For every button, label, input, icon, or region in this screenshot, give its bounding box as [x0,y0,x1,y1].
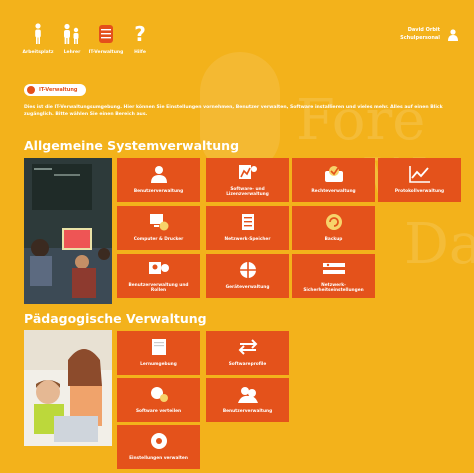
nav-item-lehrer[interactable]: Lehrer [58,22,86,55]
tile-label: Netzwerk-Sicherheitseinstellungen [303,282,364,294]
software-icon [238,163,258,181]
tile-label: Computer & Drucker [133,237,184,243]
chart-icon [408,165,431,184]
background-text-1: Fore [296,88,426,153]
system-tile-6[interactable]: Netzwerk-Speicher [206,206,289,250]
tile-label: Backup [324,237,343,243]
tile-label: Software- und Lizenzverwaltung [226,186,269,198]
intro-text: Dies ist die IT-Verwaltungsumgebung. Hie… [24,105,443,117]
section-title-system: Allgemeine Systemverwaltung [24,138,240,153]
paed-tile-4[interactable]: Benutzerverwaltung [206,378,289,422]
system-tile-4[interactable]: Protokollverwaltung [378,158,461,202]
system-tile-5[interactable]: Computer & Drucker [117,206,200,250]
backup-icon [324,213,344,231]
nav-label: Hilfe [134,50,146,55]
tile-label: Netzwerk-Speicher [224,237,271,243]
tile-label: Benutzerverwaltung und Rollen [128,282,189,294]
user-role: Schulpersonal [400,35,440,41]
tile-label: Rechteverwaltung [311,189,356,195]
nav-label: Lehrer [63,50,81,55]
paed-tile-2[interactable]: Softwareprofile [206,331,289,375]
paed-tile-3[interactable]: Software verteilen [117,378,200,422]
nav-item-hilfe[interactable]: ? Hilfe [126,22,154,55]
classroom-photo [24,158,112,304]
system-tile-3[interactable]: Rechteverwaltung [292,158,375,202]
tile-label: Benutzerverwaltung [222,409,273,415]
server-icon [98,22,114,46]
section-title-paed: Pädagogische Verwaltung [24,311,207,326]
students-photo [24,330,112,446]
network-icon [322,259,346,277]
profile-icon [237,338,259,356]
tile-label: Software verteilen [135,409,182,415]
nav-label: Arbeitsplatz [22,50,54,55]
background-text-3: Da [404,212,474,277]
settings-icon [149,432,169,450]
user-icon [150,165,168,184]
distribute-icon [149,385,169,403]
system-tile-8[interactable]: Benutzerverwaltung und Rollen [117,254,200,298]
help-icon: ? [134,22,146,46]
paed-tile-1[interactable]: Lernumgebung [117,331,200,375]
tile-label: Geräteverwaltung [225,285,270,291]
rights-icon [323,165,345,183]
computer-icon [149,213,169,231]
user-name: David Orbit [407,27,440,33]
user-icon [448,26,458,45]
system-tile-9[interactable]: Geräteverwaltung [206,254,289,298]
globe-icon [27,86,35,94]
system-tile-2[interactable]: Software- und Lizenzverwaltung [206,158,289,202]
system-tile-7[interactable]: Backup [292,206,375,250]
tile-label: Lernumgebung [140,362,177,368]
teacher-icon [62,22,82,46]
tile-label: Protokollverwaltung [394,189,445,195]
system-tile-10[interactable]: Netzwerk-Sicherheitseinstellungen [292,254,375,298]
tile-label: Benutzerverwaltung [133,189,184,195]
person-standing-icon [32,22,44,46]
users-icon [237,385,259,404]
device-icon [238,261,258,279]
breadcrumb[interactable]: IT-Verwaltung [24,84,86,96]
tile-label: Softwareprofile [228,362,267,368]
breadcrumb-label: IT-Verwaltung [39,87,78,93]
document-icon [151,338,167,356]
tile-label: Einstellungen verwalten [129,456,188,462]
storage-icon [239,213,257,231]
nav-item-arbeitsplatz[interactable]: Arbeitsplatz [22,22,54,55]
paed-tile-5[interactable]: Einstellungen verwalten [117,425,200,469]
roles-icon [148,259,170,277]
system-tile-1[interactable]: Benutzerverwaltung [117,158,200,202]
user-menu[interactable]: David Orbit Schulpersonal [400,26,458,45]
top-navigation: Arbeitsplatz Lehrer IT-Verwaltung ? Hilf… [22,22,154,55]
nav-label: IT-Verwaltung [88,50,124,55]
nav-item-it-verwaltung[interactable]: IT-Verwaltung [89,22,123,55]
